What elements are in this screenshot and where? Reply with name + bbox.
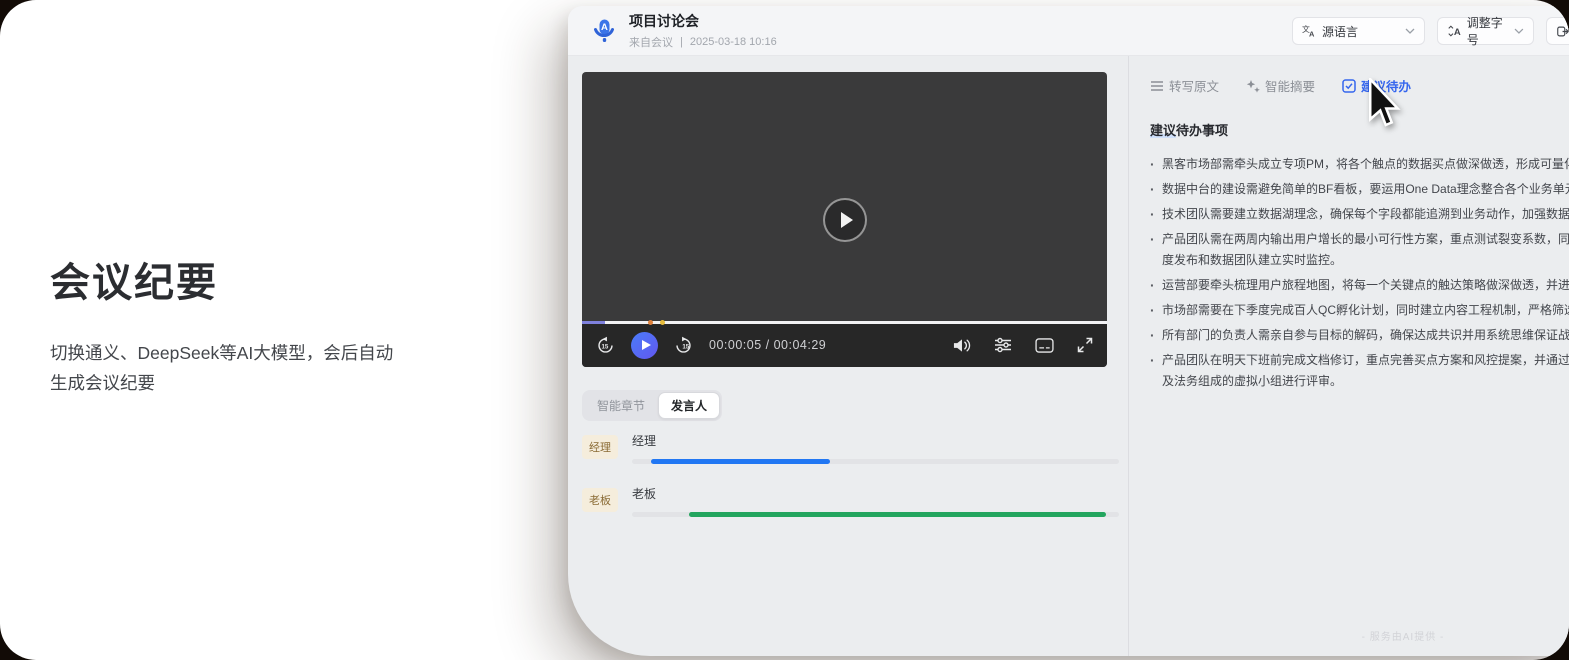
player-right-controls <box>952 337 1093 354</box>
speaker-list: 经理 经理 老板 老板 <box>582 432 1072 538</box>
todo-item: 数据中台的建设需避免简单的BF看板，要运用One Data理念整合各个业务单元的… <box>1150 179 1569 200</box>
volume-button[interactable] <box>952 337 971 354</box>
header-actions: 文A 源语言 A 调整字号 <box>1292 17 1569 45</box>
checkbox-check-icon <box>1342 79 1356 93</box>
source-language-dropdown[interactable]: 文A 源语言 <box>1292 17 1425 45</box>
play-button[interactable] <box>631 332 658 359</box>
todo-item: 市场部需要在下季度完成百人QC孵化计划，同时建立内容工程机制，严格筛选合作 <box>1150 300 1569 321</box>
todo-text: 所有部门的负责人需亲自参与目标的解码，确保达成共识并用系统思维保证战略落 <box>1162 325 1569 346</box>
heading-text: 待办事项 <box>1176 123 1228 138</box>
page-card: 会议纪要 切换通义、DeepSeek等AI大模型，会后自动 生成会议纪要 A 项… <box>0 0 1569 660</box>
description-line: 切换通义、DeepSeek等AI大模型，会后自动 <box>50 338 440 368</box>
todo-text: 产品团队在明天下班前完成文档修订，重点完善买点方案和风控提案，并通过研发 <box>1162 350 1569 371</box>
video-center-play-button[interactable] <box>823 198 867 242</box>
speaker-tag: 老板 <box>582 488 618 512</box>
hero-section: 会议纪要 切换通义、DeepSeek等AI大模型，会后自动 生成会议纪要 <box>50 250 440 398</box>
svg-text:A: A <box>1309 29 1315 38</box>
progress-marker-orange[interactable] <box>648 320 653 325</box>
chevron-down-icon <box>1514 28 1524 34</box>
chevron-down-icon <box>1405 28 1415 34</box>
speaker-timeline-track[interactable] <box>632 512 1119 517</box>
tab-suggested-todos[interactable]: 建议待办 <box>1342 76 1411 95</box>
language-dropdown-label: 源语言 <box>1322 23 1358 40</box>
playback-settings-button[interactable] <box>994 337 1012 353</box>
todo-text: 市场部需要在下季度完成百人QC孵化计划，同时建立内容工程机制，严格筛选合作 <box>1162 300 1569 321</box>
speaker-row: 老板 老板 <box>582 485 1072 517</box>
speaker-timeline-track[interactable] <box>632 459 1119 464</box>
rewind-15-button[interactable]: 15 <box>596 336 615 355</box>
font-size-icon: A <box>1447 24 1461 38</box>
svg-text:A: A <box>1454 27 1461 38</box>
todo-item: 技术团队需要建立数据湖理念，确保每个字段都能追溯到业务动作，加强数据治理 <box>1150 204 1569 225</box>
fullscreen-button[interactable] <box>1077 337 1093 353</box>
page-title: 会议纪要 <box>50 250 440 308</box>
list-lines-icon <box>1150 80 1164 92</box>
export-button[interactable] <box>1546 17 1569 45</box>
todo-text: 度发布和数据团队建立实时监控。 <box>1162 250 1569 271</box>
play-icon <box>642 340 651 350</box>
subtitle-separator: | <box>680 36 683 48</box>
meeting-title: 项目讨论会 <box>629 11 777 31</box>
description-line: 生成会议纪要 <box>50 368 440 398</box>
font-size-dropdown[interactable]: A 调整字号 <box>1437 17 1534 45</box>
speaker-timeline-segment[interactable] <box>651 459 830 464</box>
video-player[interactable]: 15 15 00:00:05 / 00:04:29 <box>582 72 1107 367</box>
window-header: A 项目讨论会 来自会议 | 2025-03-18 10:16 文A 源语言 A <box>568 6 1569 56</box>
meeting-datetime: 2025-03-18 10:16 <box>690 36 777 48</box>
translate-icon: 文A <box>1302 24 1316 38</box>
tab-smart-chapters[interactable]: 智能章节 <box>584 392 658 419</box>
speaker-tag: 经理 <box>582 435 618 459</box>
video-progress-bar[interactable] <box>582 321 1107 324</box>
meeting-subtitle: 来自会议 | 2025-03-18 10:16 <box>629 34 777 50</box>
page-description: 切换通义、DeepSeek等AI大模型，会后自动 生成会议纪要 <box>50 338 440 398</box>
tab-transcript[interactable]: 转写原文 <box>1150 76 1219 95</box>
todo-text: 及法务组成的虚拟小组进行评审。 <box>1162 371 1569 392</box>
video-controls-bar: 15 15 00:00:05 / 00:04:29 <box>582 323 1107 367</box>
progress-played-segment <box>582 321 605 324</box>
tab-label: 转写原文 <box>1169 76 1219 95</box>
tab-label: 智能摘要 <box>1265 76 1315 95</box>
todo-text: 黑客市场部需牵头成立专项PM，将各个触点的数据买点做深做透，形成可量化的北 <box>1162 154 1569 175</box>
svg-text:15: 15 <box>602 343 609 350</box>
todo-item: 产品团队需在两周内输出用户增长的最小可行性方案，重点测试裂变系数，同时技 度发布… <box>1150 229 1569 271</box>
meeting-source: 来自会议 <box>629 34 673 50</box>
speaker-timeline-segment[interactable] <box>689 512 1106 517</box>
summary-panel: 转写原文 智能摘要 建议待办 建议待办事项 黑客市场部需牵头成立专项PM，将各个… <box>1150 56 1569 396</box>
font-size-dropdown-label: 调整字号 <box>1467 14 1514 48</box>
todo-section-heading: 建议待办事项 <box>1150 120 1569 139</box>
svg-text:15: 15 <box>682 343 689 350</box>
progress-marker-yellow[interactable] <box>660 320 665 325</box>
todo-list: 黑客市场部需牵头成立专项PM，将各个触点的数据买点做深做透，形成可量化的北 数据… <box>1150 154 1569 392</box>
playback-time: 00:00:05 / 00:04:29 <box>709 338 826 352</box>
todo-item: 所有部门的负责人需亲自参与目标的解码，确保达成共识并用系统思维保证战略落 <box>1150 325 1569 346</box>
tab-speakers[interactable]: 发言人 <box>658 392 720 419</box>
heading-highlighted-text: 建议 <box>1150 123 1176 138</box>
todo-item: 运营部要牵头梳理用户旅程地图，将每一个关键点的触达策略做深做透，并进行SO <box>1150 275 1569 296</box>
forward-15-button[interactable]: 15 <box>674 336 693 355</box>
tab-label: 建议待办 <box>1361 76 1411 95</box>
todo-item: 黑客市场部需牵头成立专项PM，将各个触点的数据买点做深做透，形成可量化的北 <box>1150 154 1569 175</box>
speaker-name: 经理 <box>632 432 1119 449</box>
tab-smart-summary[interactable]: 智能摘要 <box>1246 76 1315 95</box>
todo-text: 运营部要牵头梳理用户旅程地图，将每一个关键点的触达策略做深做透，并进行SO <box>1162 275 1569 296</box>
window-title-block: 项目讨论会 来自会议 | 2025-03-18 10:16 <box>629 11 777 50</box>
app-window: A 项目讨论会 来自会议 | 2025-03-18 10:16 文A 源语言 A <box>568 6 1569 656</box>
speaker-name: 老板 <box>632 485 1119 502</box>
svg-text:A: A <box>601 22 608 33</box>
export-icon <box>1556 24 1569 39</box>
ai-service-note: - 服务由AI提供 - <box>1338 628 1468 643</box>
sparkles-icon <box>1246 79 1260 93</box>
summary-panel-tabs: 转写原文 智能摘要 建议待办 <box>1150 76 1569 95</box>
todo-text: 产品团队需在两周内输出用户增长的最小可行性方案，重点测试裂变系数，同时技 <box>1162 229 1569 250</box>
app-logo-microphone-icon: A <box>590 17 618 45</box>
captions-button[interactable] <box>1035 338 1054 353</box>
speaker-row: 经理 经理 <box>582 432 1072 464</box>
panel-divider <box>1128 56 1129 656</box>
todo-text: 数据中台的建设需避免简单的BF看板，要运用One Data理念整合各个业务单元的… <box>1162 179 1569 200</box>
todo-item: 产品团队在明天下班前完成文档修订，重点完善买点方案和风控提案，并通过研发 及法务… <box>1150 350 1569 392</box>
play-icon <box>841 212 853 228</box>
todo-text: 技术团队需要建立数据湖理念，确保每个字段都能追溯到业务动作，加强数据治理 <box>1162 204 1569 225</box>
media-tabs: 智能章节 发言人 <box>582 390 722 421</box>
